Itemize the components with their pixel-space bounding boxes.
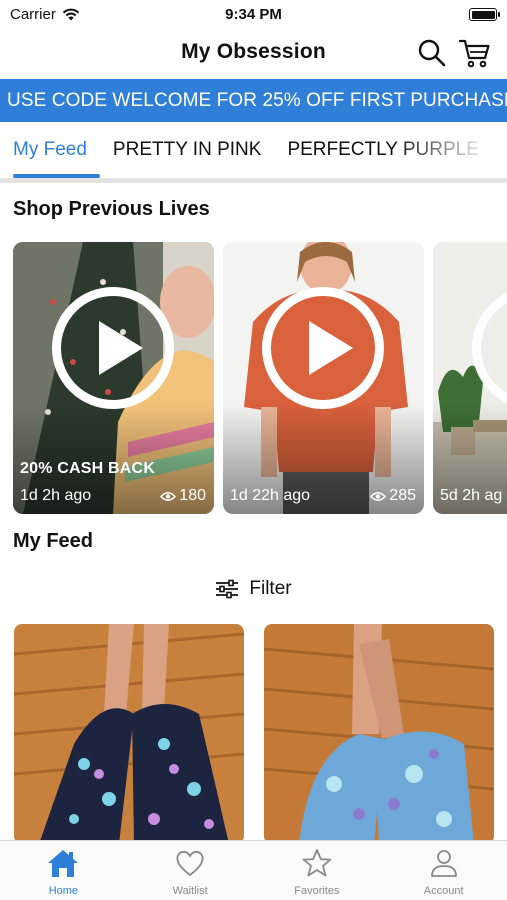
play-button[interactable] — [262, 287, 384, 409]
tabbar-favorites[interactable]: Favorites — [254, 841, 381, 900]
cart-icon — [458, 39, 490, 68]
product-image — [264, 624, 494, 844]
live-video-card[interactable]: 1d 22h ago 285 — [223, 242, 424, 514]
category-tabs: My Feed PRETTY IN PINK PERFECTLY PURPLE — [0, 122, 507, 178]
filter-sliders-icon — [216, 579, 239, 599]
eye-icon — [370, 491, 387, 501]
live-video-card[interactable]: 20% CASH BACK 1d 2h ago 180 — [13, 242, 214, 514]
bottom-tab-bar: Home Waitlist Favorites Account — [0, 840, 507, 900]
play-button[interactable] — [52, 287, 174, 409]
live-video-card[interactable]: 5d 2h ag — [433, 242, 507, 514]
previous-lives-carousel[interactable]: 20% CASH BACK 1d 2h ago 180 1d 22h ago 2… — [13, 242, 507, 516]
view-count: 285 — [370, 487, 416, 505]
cart-button[interactable] — [458, 38, 490, 68]
battery-icon — [469, 8, 500, 21]
star-icon — [302, 849, 332, 877]
status-bar: Carrier 9:34 PM — [0, 0, 507, 30]
tabbar-waitlist[interactable]: Waitlist — [127, 841, 254, 900]
promo-banner[interactable]: USE CODE WELCOME FOR 25% OFF FIRST PURCH… — [0, 79, 507, 122]
live-time-ago: 1d 22h ago — [230, 487, 311, 504]
tabbar-home[interactable]: Home — [0, 841, 127, 900]
tab-pretty-in-pink[interactable]: PRETTY IN PINK — [100, 122, 275, 178]
search-button[interactable] — [417, 38, 447, 68]
clock: 9:34 PM — [225, 6, 282, 23]
section-title-previous-lives: Shop Previous Lives — [13, 198, 210, 220]
tabbar-account[interactable]: Account — [380, 841, 507, 900]
eye-icon — [160, 491, 177, 501]
feed-item[interactable] — [14, 624, 244, 844]
promo-text: USE CODE WELCOME FOR 25% OFF FIRST PURCH… — [7, 90, 507, 111]
search-icon — [418, 39, 446, 67]
live-time-ago: 5d 2h ag — [440, 487, 503, 504]
cashback-badge: 20% CASH BACK — [20, 460, 156, 477]
play-icon — [99, 321, 143, 375]
heart-icon — [176, 850, 204, 877]
play-icon — [309, 321, 353, 375]
home-icon — [48, 850, 79, 877]
tabbar-label: Account — [423, 885, 464, 897]
section-title-my-feed: My Feed — [13, 530, 94, 552]
tabbar-label: Favorites — [294, 885, 340, 897]
tab-divider — [0, 178, 507, 183]
tab-perfectly-purple[interactable]: PERFECTLY PURPLE — [274, 122, 491, 178]
nav-header: My Obsession — [0, 30, 507, 78]
feed-item[interactable] — [264, 624, 494, 844]
live-time-ago: 1d 2h ago — [20, 487, 92, 504]
product-image — [14, 624, 244, 844]
tabbar-label: Waitlist — [172, 885, 208, 897]
filter-button[interactable]: Filter — [0, 576, 507, 602]
filter-label: Filter — [249, 578, 292, 599]
person-icon — [430, 850, 457, 877]
view-count: 180 — [160, 487, 206, 505]
tab-my-feed[interactable]: My Feed — [0, 122, 100, 178]
tabbar-label: Home — [48, 885, 79, 897]
